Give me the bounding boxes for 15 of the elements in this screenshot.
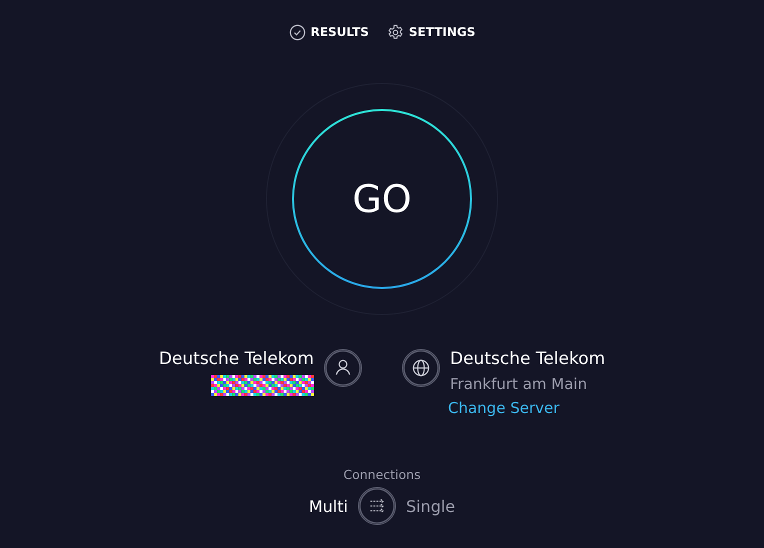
- arrows-toggle-icon[interactable]: [358, 487, 396, 525]
- settings-nav-link[interactable]: SETTINGS: [386, 24, 476, 40]
- checkmark-circle-icon: [288, 24, 306, 40]
- server-name: Deutsche Telekom: [450, 349, 606, 369]
- settings-icon: [386, 24, 404, 40]
- server-location: Frankfurt am Main: [450, 375, 588, 393]
- person-icon: [324, 349, 362, 387]
- connections-label: Connections: [343, 467, 421, 482]
- provider-name: Deutsche Telekom: [158, 349, 314, 369]
- go-button[interactable]: GO: [292, 109, 472, 289]
- globe-icon: [402, 349, 440, 387]
- change-server-link[interactable]: Change Server: [448, 399, 606, 417]
- connection-option[interactable]: Single: [406, 496, 456, 516]
- results-nav-link[interactable]: RESULTS: [288, 24, 369, 40]
- connection-option[interactable]: Multi: [308, 496, 348, 516]
